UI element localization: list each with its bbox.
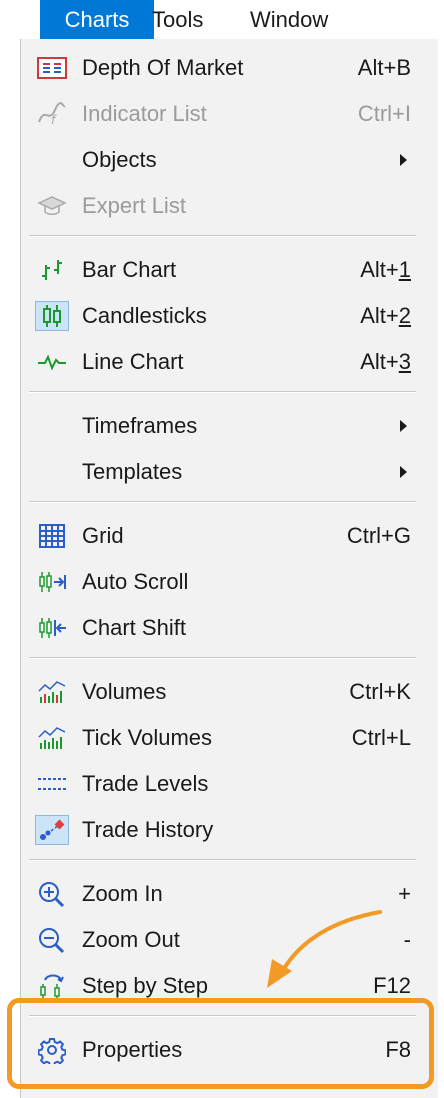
menu-item-bar-chart[interactable]: Bar Chart Alt+1: [21, 248, 438, 292]
menu-item-label: Trade Levels: [82, 771, 209, 796]
menu-item-timeframes[interactable]: Timeframes: [21, 404, 438, 448]
menu-item-label: Objects: [82, 147, 157, 172]
menu-item-tick-volumes[interactable]: Tick Volumes Ctrl+L: [21, 716, 438, 760]
menu-item-label: Depth Of Market: [82, 55, 244, 80]
menu-item-label: Line Chart: [82, 349, 184, 374]
menubar-charts[interactable]: Charts: [40, 0, 154, 39]
menu-item-templates[interactable]: Templates: [21, 450, 438, 494]
menu-item-shortcut: Alt+3: [360, 349, 411, 374]
candlesticks-icon: [35, 301, 69, 331]
svg-text:f: f: [51, 113, 57, 126]
menu-item-label: Candlesticks: [82, 303, 207, 328]
menu-separator: [29, 391, 416, 393]
menu-item-grid[interactable]: Grid Ctrl+G: [21, 514, 438, 558]
menu-item-shortcut: +: [398, 881, 411, 906]
menu-item-label: Zoom In: [82, 881, 163, 906]
menu-item-shortcut: Alt+1: [360, 257, 411, 282]
menu-item-chart-shift[interactable]: Chart Shift: [21, 606, 438, 650]
submenu-arrow-icon: [400, 154, 407, 166]
menu-item-label: Templates: [82, 459, 183, 484]
menu-item-auto-scroll[interactable]: Auto Scroll: [21, 560, 438, 604]
menu-item-shortcut: Alt+2: [360, 303, 411, 328]
menu-item-label: Auto Scroll: [82, 569, 189, 594]
volumes-icon: [35, 677, 69, 707]
zoom-in-icon: [35, 879, 69, 909]
menu-item-zoom-out[interactable]: Zoom Out -: [21, 918, 438, 962]
menu-item-label: Chart Shift: [82, 615, 186, 640]
submenu-arrow-icon: [400, 420, 407, 432]
menu-item-label: Tick Volumes: [82, 725, 213, 750]
properties-highlight-box: [7, 998, 434, 1089]
menu-item-candlesticks[interactable]: Candlesticks Alt+2: [21, 294, 438, 338]
menu-separator: [29, 657, 416, 659]
menu-item-zoom-in[interactable]: Zoom In +: [21, 872, 438, 916]
menu-item-label: Bar Chart: [82, 257, 177, 282]
tick-volumes-icon: [35, 723, 69, 753]
menu-bar: Charts Tools Window: [20, 0, 440, 39]
step-by-step-icon: [35, 971, 69, 1001]
bar-chart-icon: [35, 255, 69, 285]
trade-history-icon: [35, 815, 69, 845]
expert-list-icon: [35, 191, 69, 221]
menu-item-label: Trade History: [82, 817, 214, 842]
menu-item-shortcut: Ctrl+I: [357, 101, 411, 126]
menu-item-label: Zoom Out: [82, 927, 180, 952]
menu-item-expert-list[interactable]: Expert List: [21, 184, 438, 228]
menu-item-label: Grid: [82, 523, 124, 548]
menu-item-objects[interactable]: Objects: [21, 138, 438, 182]
menu-item-indicator-list[interactable]: f Indicator List Ctrl+I: [21, 92, 438, 136]
depth-of-market-icon: [35, 53, 69, 83]
menu-item-shortcut: Ctrl+G: [346, 523, 411, 548]
line-chart-icon: [35, 347, 69, 377]
menu-item-volumes[interactable]: Volumes Ctrl+K: [21, 670, 438, 714]
menubar-window[interactable]: Window: [250, 0, 328, 39]
menu-item-shortcut: Ctrl+K: [349, 679, 411, 704]
menu-separator: [29, 235, 416, 237]
menu-item-label: Volumes: [82, 679, 167, 704]
menu-separator: [29, 501, 416, 503]
submenu-arrow-icon: [400, 466, 407, 478]
menu-separator: [29, 859, 416, 861]
menu-item-trade-levels[interactable]: Trade Levels: [21, 762, 438, 806]
menu-item-shortcut: -: [403, 927, 411, 952]
menu-item-shortcut: Alt+B: [357, 55, 411, 80]
menu-item-label: Expert List: [82, 193, 186, 218]
trade-levels-icon: [35, 769, 69, 799]
menu-item-label: Indicator List: [82, 101, 207, 126]
menu-item-label: Timeframes: [82, 413, 198, 438]
menu-item-trade-history[interactable]: Trade History: [21, 808, 438, 852]
charts-menu: Depth Of Market Alt+B f Indicator List C…: [20, 39, 438, 1098]
zoom-out-icon: [35, 925, 69, 955]
auto-scroll-icon: [35, 567, 69, 597]
indicator-list-icon: f: [35, 99, 69, 129]
menu-item-line-chart[interactable]: Line Chart Alt+3: [21, 340, 438, 384]
chart-shift-icon: [35, 613, 69, 643]
menu-item-shortcut: Ctrl+L: [351, 725, 411, 750]
grid-icon: [35, 521, 69, 551]
menubar-tools[interactable]: Tools: [152, 0, 203, 39]
menu-item-depth-of-market[interactable]: Depth Of Market Alt+B: [21, 46, 438, 90]
